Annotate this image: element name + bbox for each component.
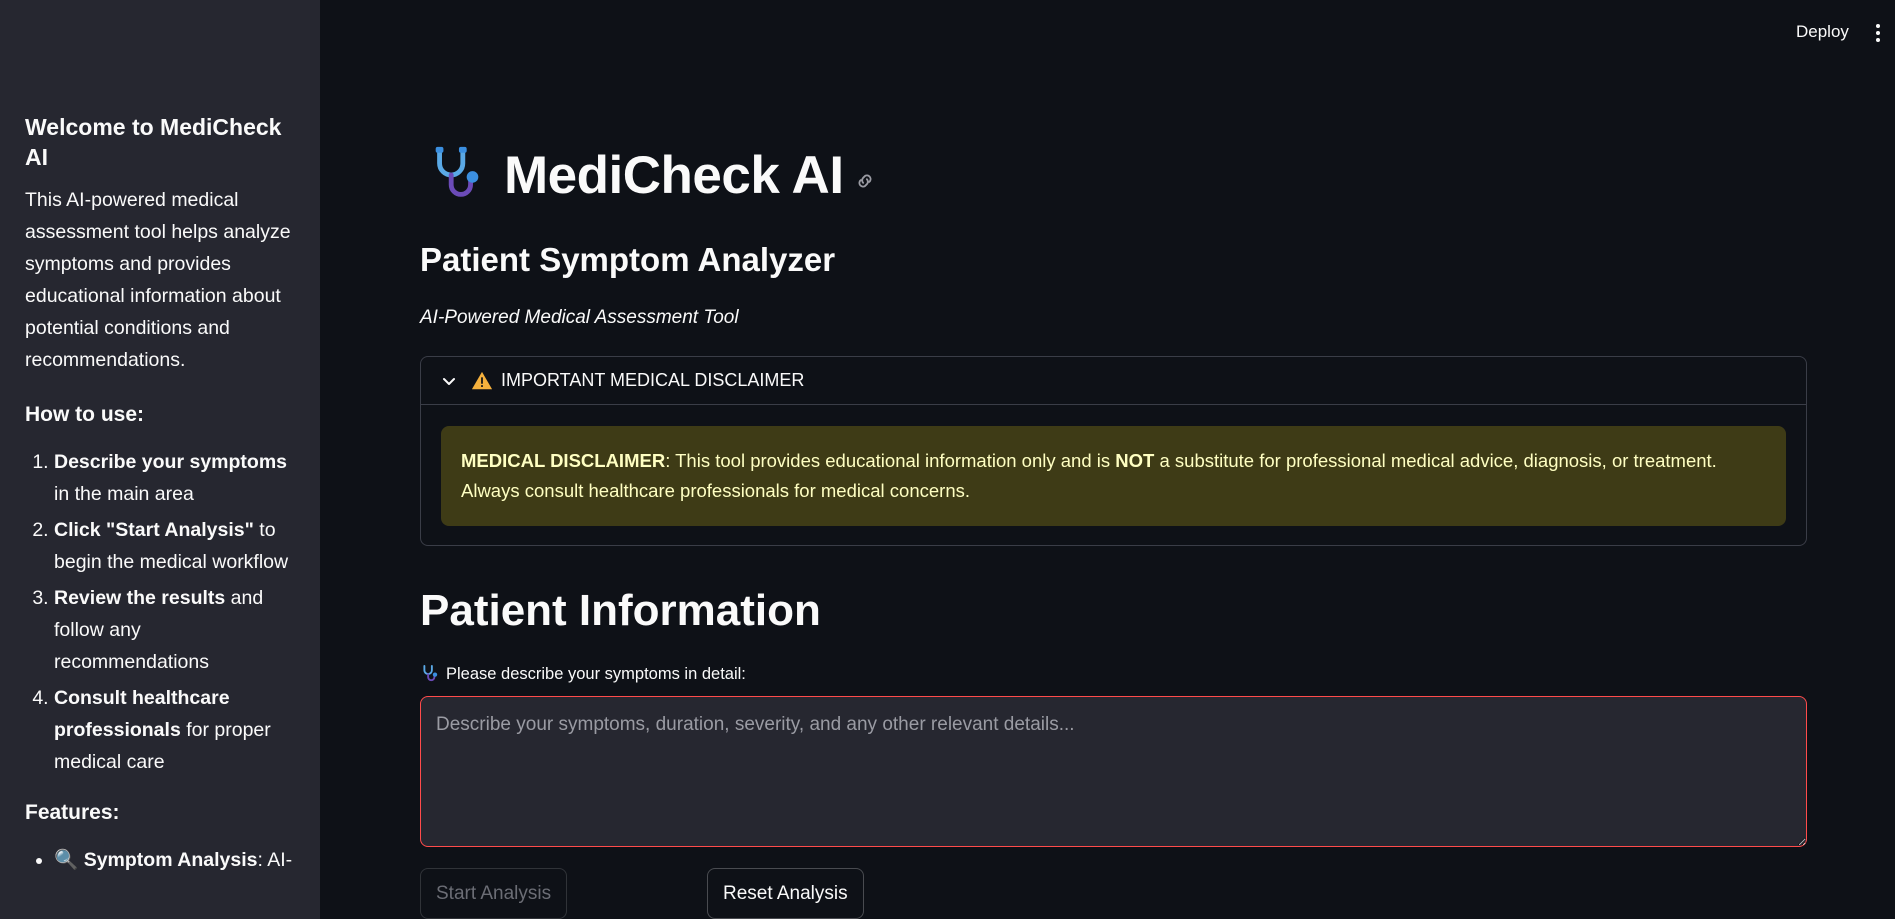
reset-analysis-button[interactable]: Reset Analysis: [707, 868, 864, 919]
symptoms-label: Please describe your symptoms in detail:: [420, 664, 746, 684]
tagline: AI-Powered Medical Assessment Tool: [420, 307, 739, 328]
sidebar-intro: This AI-powered medical assessment tool …: [25, 189, 291, 371]
link-icon[interactable]: [854, 170, 876, 192]
stethoscope-icon: [435, 146, 479, 197]
feature-bold: Symptom Analysis: [83, 849, 258, 871]
start-analysis-button[interactable]: Start Analysis: [420, 868, 568, 919]
step-bold: Review the results: [54, 587, 226, 609]
warning-icon: [471, 371, 493, 389]
how-to-steps: Describe your symptoms in the main area …: [25, 446, 295, 778]
symptoms-input[interactable]: [420, 696, 1807, 847]
step-item: Describe your symptoms in the main area: [54, 446, 295, 510]
sidebar: Welcome to MediCheck AI This AI-powered …: [0, 0, 320, 919]
feature-item: 🔍 Symptom Analysis: AI-: [54, 844, 295, 876]
features-heading: Features:: [25, 801, 120, 824]
features-list: 🔍 Symptom Analysis: AI-: [25, 844, 295, 876]
magnifier-icon: 🔍: [54, 849, 79, 871]
page-subtitle: Patient Symptom Analyzer: [420, 241, 836, 278]
step-text: in the main area: [54, 483, 194, 505]
disclaimer-alert: MEDICAL DISCLAIMER: This tool provides e…: [441, 426, 1786, 526]
main-content: MediCheck AI Patient Symptom Analyzer AI…: [420, 0, 1807, 919]
disclaimer-bold-label: MEDICAL DISCLAIMER: [461, 450, 666, 471]
step-item: Consult healthcare professionals for pro…: [54, 682, 295, 778]
disclaimer-not: NOT: [1115, 450, 1155, 471]
patient-info-heading: Patient Information: [420, 586, 821, 635]
step-bold: Describe your symptoms: [54, 451, 288, 473]
feature-text: : AI-: [257, 849, 293, 871]
disclaimer-expander: IMPORTANT MEDICAL DISCLAIMER MEDICAL DIS…: [420, 356, 1807, 546]
step-bold: Click "Start Analysis": [54, 519, 254, 541]
chevron-down-icon: [443, 377, 455, 385]
disclaimer-expander-header[interactable]: IMPORTANT MEDICAL DISCLAIMER: [421, 357, 1806, 405]
page-title: MediCheck AI: [504, 145, 844, 205]
stethoscope-icon: [423, 664, 438, 682]
disclaimer-text-1: : This tool provides educational informa…: [665, 450, 1116, 471]
title-row: MediCheck AI: [426, 140, 876, 210]
disclaimer-header-label: IMPORTANT MEDICAL DISCLAIMER: [501, 370, 805, 390]
symptoms-label-text: Please describe your symptoms in detail:: [446, 664, 746, 683]
step-item: Click "Start Analysis" to begin the medi…: [54, 514, 295, 578]
sidebar-title: Welcome to MediCheck AI: [25, 114, 282, 170]
step-item: Review the results and follow any recomm…: [54, 582, 295, 678]
how-to-heading: How to use:: [25, 403, 144, 426]
kebab-menu-icon[interactable]: [1874, 24, 1882, 46]
